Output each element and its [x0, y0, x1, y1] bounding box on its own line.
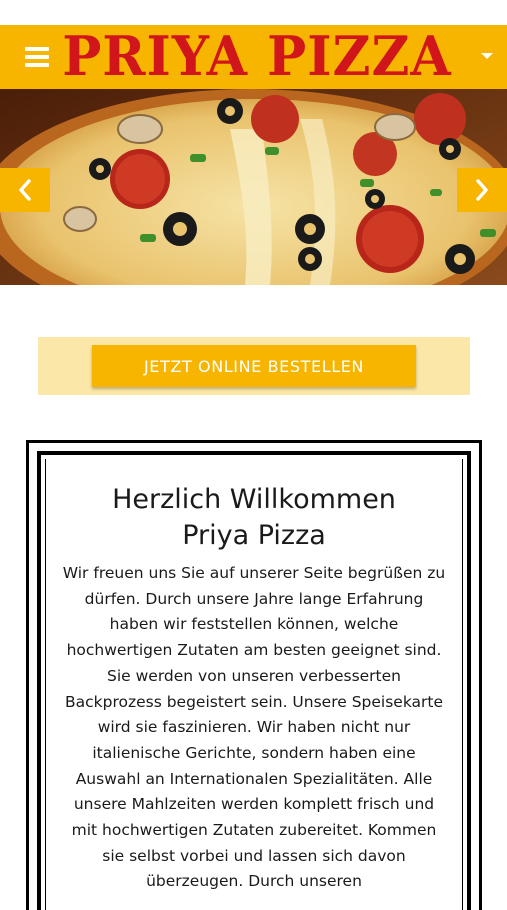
welcome-title-line2: Priya Pizza: [182, 520, 326, 551]
hamburger-line: [25, 55, 49, 59]
top-bar: PRIYA PIZZA: [0, 25, 507, 89]
hero-slider: [0, 89, 507, 285]
pizza-image: [0, 89, 507, 285]
welcome-text: Wir freuen uns Sie auf unserer Seite beg…: [62, 564, 446, 891]
welcome-title: Herzlich Willkommen Priya Pizza: [46, 482, 462, 554]
slider-next-button[interactable]: [457, 168, 507, 212]
slider-prev-button[interactable]: [0, 168, 50, 212]
order-online-button[interactable]: JETZT ONLINE BESTELLEN: [92, 345, 416, 387]
caret-down-icon[interactable]: [481, 53, 493, 59]
hamburger-line: [25, 63, 49, 67]
site-logo[interactable]: PRIYA PIZZA: [52, 25, 462, 89]
welcome-frame: Herzlich Willkommen Priya Pizza Wir freu…: [37, 451, 471, 910]
welcome-box: Herzlich Willkommen Priya Pizza Wir freu…: [26, 440, 482, 910]
hamburger-line: [25, 47, 49, 51]
order-banner: JETZT ONLINE BESTELLEN: [38, 337, 470, 395]
welcome-frame-inner: Herzlich Willkommen Priya Pizza Wir freu…: [45, 459, 463, 910]
welcome-title-line1: Herzlich Willkommen: [112, 484, 396, 515]
chevron-right-icon: [476, 179, 488, 201]
chevron-left-icon: [19, 179, 31, 201]
hamburger-menu-icon[interactable]: [25, 47, 49, 67]
